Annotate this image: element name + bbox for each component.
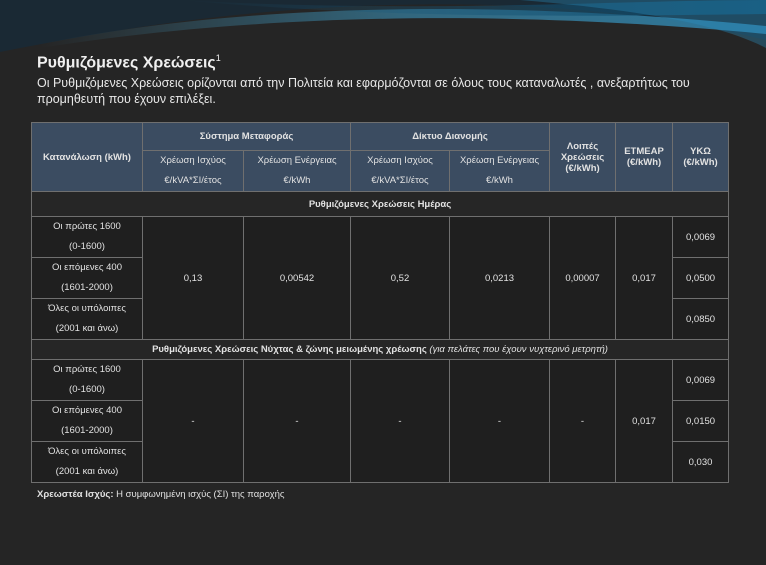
tier-label-line: Οι επόμενες 400 [52,262,122,273]
header-distribution-energy: Χρέωση Ενέργειας €/kWh [448,150,551,192]
tier-label: Οι επόμενες 400 (1601-2000) [31,257,143,299]
tier-range: (0-1600) [69,384,105,395]
header-transmission-system: Σύστημα Μεταφοράς [142,122,351,151]
tier-range: (2001 και άνω) [55,323,119,334]
day-yko-tier1-value: 0,0069 [672,216,730,258]
night-other-charges-value: - [549,359,617,483]
tier-label-line: Όλες οι υπόλοιπες [48,446,126,457]
section-night-title: Ρυθμιζόμενες Χρεώσεις Νύχτας & ζώνης μει… [30,339,730,360]
day-yko-tier3-value: 0,0850 [672,298,730,340]
day-yko-tier2-value: 0,0500 [672,257,730,299]
night-yko-tier3-value: 0,030 [672,441,730,483]
night-distribution-power-value: - [350,359,450,483]
header-transmission-power: Χρέωση Ισχύος €/kVA*ΣΙ/έτος [142,150,244,192]
tier-label-line: Όλες οι υπόλοιπες [48,303,126,314]
power-charge-unit: €/kVA*ΣΙ/έτος [371,175,429,186]
section-day-title: Ρυθμιζόμενες Χρεώσεις Ημέρας [30,191,730,217]
regulated-charges-table: Κατανάλωση (kWh) Σύστημα Μεταφοράς Δίκτυ… [30,122,730,483]
energy-charge-unit: €/kWh [283,175,311,186]
tier-range: (0-1600) [69,241,105,252]
footer-note: Χρεωστέα Ισχύς: Η συμφωνημένη ισχύς (ΣΙ)… [37,489,284,500]
section-night-note: (για πελάτες που έχουν νυχτερινό μετρητή… [429,344,608,355]
tier-label: Όλες οι υπόλοιπες (2001 και άνω) [31,298,143,340]
power-charge-label: Χρέωση Ισχύος [160,155,226,166]
day-distribution-energy-value: 0,0213 [448,216,551,340]
energy-charge-label: Χρέωση Ενέργειας [459,155,540,166]
header-distribution-power: Χρέωση Ισχύος €/kVA*ΣΙ/έτος [350,150,450,192]
day-etmear-value: 0,017 [615,216,674,340]
tier-label-line: Οι επόμενες 400 [52,405,122,416]
night-yko-tier2-value: 0,0150 [672,400,730,442]
night-transmission-power-value: - [142,359,244,483]
header-transmission-energy: Χρέωση Ενέργειας €/kWh [243,150,351,192]
night-distribution-energy-value: - [448,359,551,483]
header-other-charges: Λοιπές Χρεώσεις (€/kWh) [549,122,617,192]
power-charge-unit: €/kVA*ΣΙ/έτος [164,175,222,186]
tier-range: (1601-2000) [61,282,113,293]
section-night-title-text: Ρυθμιζόμενες Χρεώσεις Νύχτας & ζώνης μει… [152,344,427,355]
header-distribution-network: Δίκτυο Διανομής [349,122,551,151]
tier-range: (1601-2000) [61,425,113,436]
day-other-charges-value: 0,00007 [549,216,617,340]
header-yko: ΥΚΩ (€/kWh) [672,122,730,192]
energy-charge-unit: €/kWh [486,175,513,186]
tier-label: Οι επόμενες 400 (1601-2000) [31,400,143,442]
header-consumption: Κατανάλωση (kWh) [31,122,143,192]
tier-range: (2001 και άνω) [55,466,119,477]
tier-label: Οι πρώτες 1600 (0-1600) [31,359,143,401]
tier-label-line: Οι πρώτες 1600 [53,221,121,232]
night-transmission-energy-value: - [243,359,351,483]
night-etmear-value: 0,017 [615,359,674,483]
day-transmission-power-value: 0,13 [142,216,244,340]
tier-label: Οι πρώτες 1600 (0-1600) [31,216,143,258]
footnote-marker: 1 [215,53,221,63]
footer-text: Η συμφωνημένη ισχύς (ΣΙ) της παροχής [116,489,285,500]
header-etmear: ΕΤΜΕΑΡ (€/kWh) [615,122,674,192]
day-transmission-energy-value: 0,00542 [243,216,351,340]
night-yko-tier1-value: 0,0069 [672,359,730,401]
energy-charge-label: Χρέωση Ενέργειας [257,155,337,166]
tier-label-line: Οι πρώτες 1600 [53,364,121,375]
tier-label: Όλες οι υπόλοιπες (2001 και άνω) [31,441,143,483]
power-charge-label: Χρέωση Ισχύος [367,155,433,166]
day-distribution-power-value: 0,52 [350,216,450,340]
page-title: Ρυθμιζόμενες Χρεώσεις1 [37,53,221,72]
page-title-text: Ρυθμιζόμενες Χρεώσεις [37,54,216,72]
intro-paragraph: Οι Ρυθμιζόμενες Χρεώσεις ορίζονται από τ… [37,76,690,106]
footer-label: Χρεωστέα Ισχύς: [37,489,114,500]
